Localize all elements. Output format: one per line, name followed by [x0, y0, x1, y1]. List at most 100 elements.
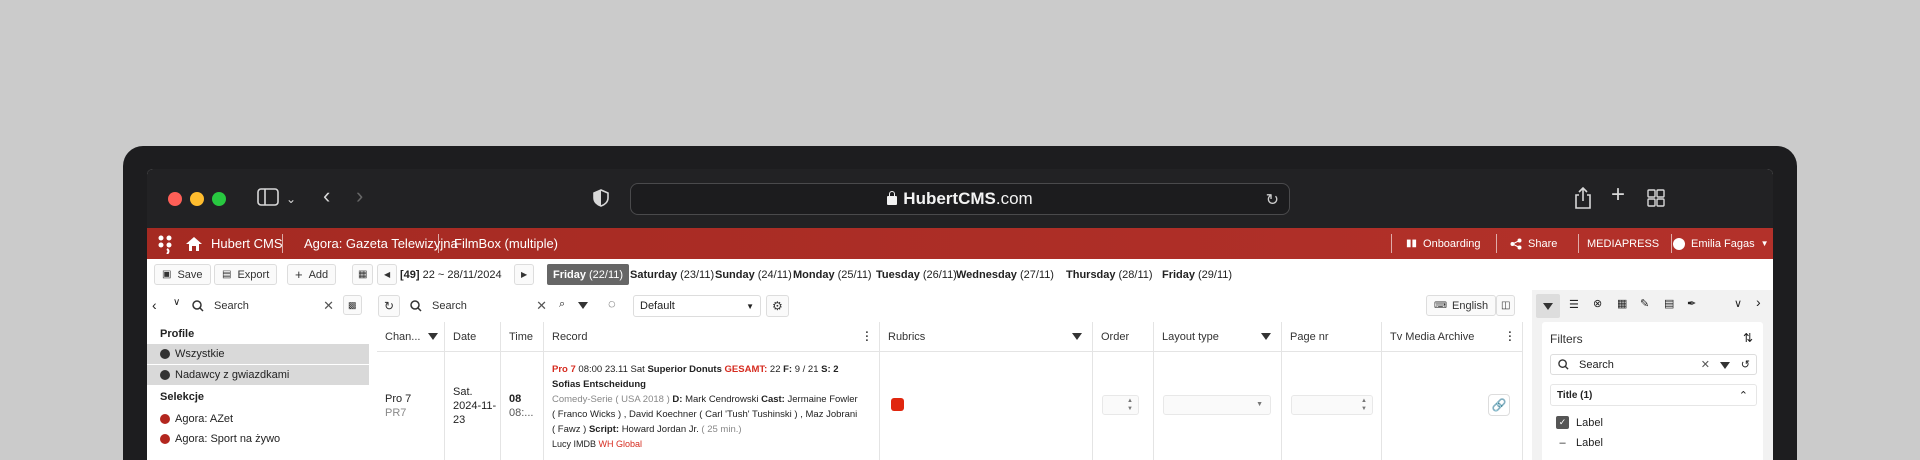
- loading-icon[interactable]: ◌: [608, 296, 616, 311]
- chevron-down-icon[interactable]: ⌄: [286, 189, 296, 209]
- column-header-date[interactable]: Date: [445, 322, 501, 352]
- home-icon[interactable]: [185, 228, 203, 259]
- day-tab[interactable]: Tuesday (26/11): [870, 264, 963, 285]
- link-icon[interactable]: 🔗: [1488, 394, 1510, 416]
- day-tab[interactable]: Monday (25/11): [787, 264, 878, 285]
- search-settings-icon[interactable]: ⌕: [559, 298, 565, 311]
- filter-list-icon[interactable]: ☰: [1569, 298, 1579, 311]
- title-filter-group[interactable]: Title (1) ⌃: [1550, 384, 1757, 406]
- export-button[interactable]: ▤ Export: [214, 264, 278, 285]
- minus-icon[interactable]: –: [1556, 437, 1569, 449]
- columns-button[interactable]: ◫: [1496, 295, 1516, 316]
- profile-item[interactable]: Wszystkie: [147, 344, 369, 364]
- column-header-record[interactable]: Record · · ·: [544, 322, 880, 352]
- collapse-all-icon[interactable]: ∨: [1734, 297, 1742, 310]
- address-bar[interactable]: HubertCMS .com ↻: [630, 183, 1290, 215]
- share-button[interactable]: Share: [1510, 228, 1557, 259]
- left-search[interactable]: Search ✕: [192, 295, 334, 317]
- save-button[interactable]: ▣ Save: [154, 264, 211, 285]
- clear-icon[interactable]: ✕: [536, 298, 547, 314]
- checkbox-checked-icon[interactable]: ✓: [1556, 416, 1569, 429]
- day-tab[interactable]: Sunday (24/11): [709, 264, 798, 285]
- cell-time[interactable]: 08 08:...: [501, 352, 544, 460]
- filter-icon[interactable]: [1072, 333, 1082, 340]
- order-stepper[interactable]: ▲ ▼: [1102, 395, 1139, 415]
- grid-search[interactable]: Search ✕: [410, 295, 547, 317]
- mediapress-button[interactable]: MEDIAPRESS: [1587, 228, 1659, 259]
- filter-option-minus[interactable]: – Label: [1556, 437, 1602, 449]
- cell-rubrics[interactable]: [880, 352, 1093, 460]
- filter-icon[interactable]: [1543, 303, 1553, 310]
- add-button[interactable]: + Add: [287, 264, 337, 285]
- rubric-color-badge[interactable]: [891, 398, 904, 411]
- column-header-order[interactable]: Order: [1093, 322, 1154, 352]
- calendar-icon[interactable]: ▤: [1664, 297, 1674, 310]
- toggle-panel-button[interactable]: ▩: [343, 295, 362, 315]
- column-header-page-nr[interactable]: Page nr: [1282, 322, 1382, 352]
- collapse-all-icon[interactable]: ∨: [173, 297, 180, 308]
- back-icon[interactable]: ‹: [323, 185, 330, 207]
- app-logo-icon[interactable]: [157, 228, 173, 259]
- day-tab[interactable]: Thursday (28/11): [1060, 264, 1159, 285]
- filter-icon[interactable]: [428, 333, 439, 340]
- history-icon[interactable]: ↺: [1741, 358, 1750, 371]
- shield-icon[interactable]: [593, 189, 609, 211]
- more-vertical-icon[interactable]: · · ·: [1508, 327, 1512, 346]
- clear-icon[interactable]: ✕: [1701, 358, 1710, 371]
- pen-icon[interactable]: ✒: [1687, 297, 1696, 310]
- page-nr-stepper[interactable]: ▲ ▼: [1291, 395, 1373, 415]
- chevron-up-icon[interactable]: ⌃: [1739, 389, 1748, 402]
- zoom-window-button[interactable]: [212, 192, 226, 206]
- selection-item[interactable]: Agora: Sport na żywo: [147, 429, 369, 449]
- clear-icon[interactable]: ✕: [323, 298, 334, 314]
- column-header-layout-type[interactable]: Layout type: [1154, 322, 1282, 352]
- view-select[interactable]: Default ▼: [633, 295, 761, 317]
- filter-icon[interactable]: [1261, 333, 1271, 340]
- column-header-channel[interactable]: Chan...: [377, 322, 445, 352]
- table-icon[interactable]: ▦: [1617, 297, 1627, 310]
- minimize-window-button[interactable]: [190, 192, 204, 206]
- sort-icon[interactable]: ⇅: [1743, 331, 1753, 345]
- day-tab[interactable]: Saturday (23/11): [624, 264, 720, 285]
- day-tab[interactable]: Wednesday (27/11): [950, 264, 1060, 285]
- cell-channel[interactable]: Pro 7 PR7: [377, 352, 445, 460]
- more-vertical-icon[interactable]: · · ·: [865, 327, 869, 346]
- layout-type-select[interactable]: ▼: [1163, 395, 1271, 415]
- edit-icon[interactable]: ✎: [1640, 297, 1649, 310]
- profile-item[interactable]: Nadawcy z gwiazdkami: [147, 365, 369, 385]
- breadcrumb-client[interactable]: Agora: Gazeta Telewizyjna: [304, 228, 458, 259]
- calendar-button[interactable]: ▦: [352, 264, 374, 285]
- filter-option-checked[interactable]: ✓ Label: [1556, 416, 1603, 429]
- filter-icon[interactable]: [578, 300, 588, 312]
- sidebar-icon[interactable]: [257, 188, 279, 210]
- cell-date[interactable]: Sat. 2024-11- 23: [445, 352, 501, 460]
- cell-record[interactable]: Pro 7 08:00 23.11 Sat Superior Donuts GE…: [544, 352, 880, 460]
- cell-page-nr[interactable]: ▲ ▼: [1282, 352, 1382, 460]
- column-header-rubrics[interactable]: Rubrics: [880, 322, 1093, 352]
- close-window-button[interactable]: [168, 192, 182, 206]
- prev-week-button[interactable]: ◀: [377, 264, 398, 285]
- close-circle-icon[interactable]: ⊗: [1593, 297, 1602, 310]
- selection-item[interactable]: Agora: AZet: [147, 409, 369, 429]
- column-header-time[interactable]: Time: [501, 322, 544, 352]
- chevron-right-icon[interactable]: ›: [1756, 294, 1761, 310]
- stepper-arrows-icon[interactable]: ▲ ▼: [1361, 397, 1367, 413]
- next-week-button[interactable]: ▶: [514, 264, 535, 285]
- cell-layout-type[interactable]: ▼: [1154, 352, 1282, 460]
- stepper-arrows-icon[interactable]: ▲ ▼: [1127, 397, 1133, 413]
- tab-overview-icon[interactable]: [1647, 189, 1665, 211]
- new-tab-icon[interactable]: +: [1611, 183, 1625, 207]
- refresh-button[interactable]: ↻: [378, 295, 401, 317]
- day-tab[interactable]: Friday (22/11): [547, 264, 630, 285]
- app-name[interactable]: Hubert CMS: [211, 228, 283, 259]
- forward-icon[interactable]: ›: [356, 185, 363, 207]
- onboarding-button[interactable]: ▮▮ Onboarding: [1406, 228, 1481, 259]
- reload-icon[interactable]: ↻: [1266, 190, 1279, 210]
- cell-tv-media-archive[interactable]: 🔗: [1382, 352, 1523, 460]
- filter-icon[interactable]: [1720, 362, 1730, 369]
- share-icon[interactable]: [1574, 186, 1592, 213]
- user-menu[interactable]: Emilia Fagas ▼: [1673, 228, 1769, 259]
- language-button[interactable]: ⌨ English: [1426, 295, 1497, 316]
- settings-button[interactable]: ⚙: [766, 295, 789, 317]
- collapse-left-icon[interactable]: ‹: [152, 297, 157, 313]
